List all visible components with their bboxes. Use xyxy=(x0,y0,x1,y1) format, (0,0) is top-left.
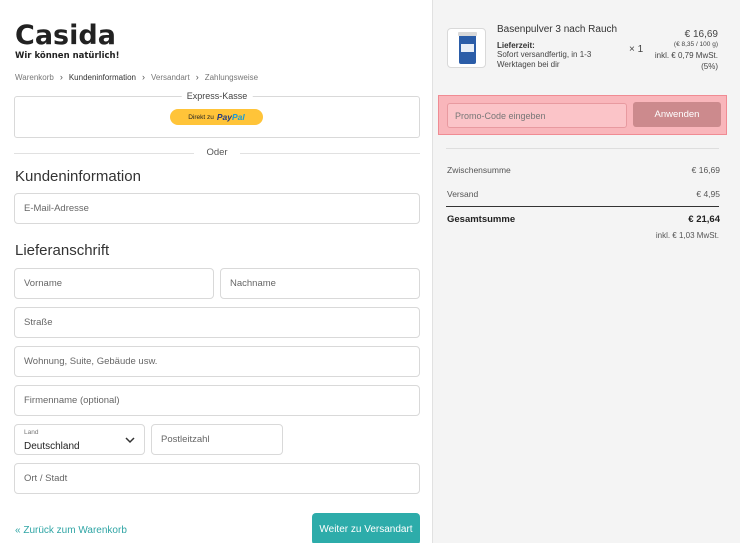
product-name: Basenpulver 3 nach Rauch xyxy=(497,24,618,35)
checkout-form-panel: Casida Wir können natürlich! Warenkorb ›… xyxy=(0,0,432,543)
shipping-row: Versand € 4,95 xyxy=(447,189,720,199)
delivery-label: Lieferzeit: xyxy=(497,41,535,50)
promo-code-section: Promo-Code eingeben Anwenden xyxy=(438,95,727,135)
chevron-right-icon: › xyxy=(195,72,199,82)
street-field[interactable]: Straße xyxy=(14,307,420,338)
paypal-logo-icon: PayPal xyxy=(216,112,245,122)
breadcrumb-payment: Zahlungsweise xyxy=(204,72,259,82)
promo-code-input[interactable]: Promo-Code eingeben xyxy=(447,103,627,128)
breadcrumb-customer-info: Kundeninformation xyxy=(68,72,136,82)
subtotal-row: Zwischensumme € 16,69 xyxy=(447,165,720,175)
country-value: Deutschland xyxy=(24,441,80,452)
paypal-prefix: Direkt zu xyxy=(188,113,214,121)
customer-info-title: Kundeninformation xyxy=(15,168,141,185)
delivery-text: Sofort versandfertig, in 1-3 Werktagen b… xyxy=(497,50,592,69)
shipping-value: € 4,95 xyxy=(696,189,720,199)
shipping-address-title: Lieferanschrift xyxy=(15,242,110,259)
breadcrumb-shipping: Versandart xyxy=(150,72,190,82)
product-unit-price: (€ 8,35 / 100 g) xyxy=(673,41,718,48)
breadcrumb-cart[interactable]: Warenkorb xyxy=(15,73,54,82)
brand-name: Casida xyxy=(15,20,116,51)
country-select[interactable]: Land Deutschland xyxy=(14,424,145,455)
total-vat: inkl. € 1,03 MwSt. xyxy=(655,231,719,240)
express-checkout-box: Express-Kasse Direkt zu PayPal xyxy=(14,91,420,138)
product-vat: inkl. € 0,79 MwSt. (5%) xyxy=(654,51,718,71)
chevron-down-icon xyxy=(125,437,135,444)
total-row: Gesamtsumme € 21,64 xyxy=(447,214,720,225)
or-divider: Oder xyxy=(14,147,420,159)
total-divider xyxy=(446,206,719,207)
country-label: Land xyxy=(24,429,39,436)
divider-line xyxy=(240,153,420,154)
paypal-button[interactable]: Direkt zu PayPal xyxy=(170,109,263,125)
product-jar-icon xyxy=(458,32,477,64)
chevron-right-icon: › xyxy=(59,72,63,82)
subtotal-value: € 16,69 xyxy=(691,165,720,175)
back-to-cart-link[interactable]: « Zurück zum Warenkorb xyxy=(15,525,127,536)
apartment-field[interactable]: Wohnung, Suite, Gebäude usw. xyxy=(14,346,420,377)
product-thumbnail xyxy=(447,28,486,68)
product-quantity: × 1 xyxy=(629,44,644,55)
company-field[interactable]: Firmenname (optional) xyxy=(14,385,420,416)
order-summary-panel: Basenpulver 3 nach Rauch Lieferzeit: Sof… xyxy=(432,0,740,543)
last-name-field[interactable]: Nachname xyxy=(220,268,420,299)
city-field[interactable]: Ort / Stadt xyxy=(14,463,420,494)
shipping-label: Versand xyxy=(447,189,479,199)
subtotal-label: Zwischensumme xyxy=(447,165,511,175)
continue-to-shipping-button[interactable]: Weiter zu Versandart xyxy=(312,513,420,543)
brand-tagline: Wir können natürlich! xyxy=(15,51,120,61)
promo-code-placeholder: Promo-Code eingeben xyxy=(455,110,546,121)
chevron-right-icon: › xyxy=(141,72,145,82)
brand-logo[interactable]: Casida Wir können natürlich! xyxy=(15,20,120,62)
first-name-field[interactable]: Vorname xyxy=(14,268,214,299)
zip-field[interactable]: Postleitzahl xyxy=(151,424,283,455)
email-placeholder: E-Mail-Adresse xyxy=(24,203,89,214)
breadcrumb: Warenkorb › Kundeninformation › Versanda… xyxy=(15,72,258,82)
product-price: € 16,69 xyxy=(684,29,718,40)
email-field[interactable]: E-Mail-Adresse xyxy=(14,193,420,224)
total-value: € 21,64 xyxy=(688,214,720,225)
express-checkout-label: Express-Kasse xyxy=(181,91,253,101)
apply-promo-button[interactable]: Anwenden xyxy=(633,102,721,127)
summary-divider xyxy=(446,148,719,149)
total-label: Gesamtsumme xyxy=(447,214,516,225)
